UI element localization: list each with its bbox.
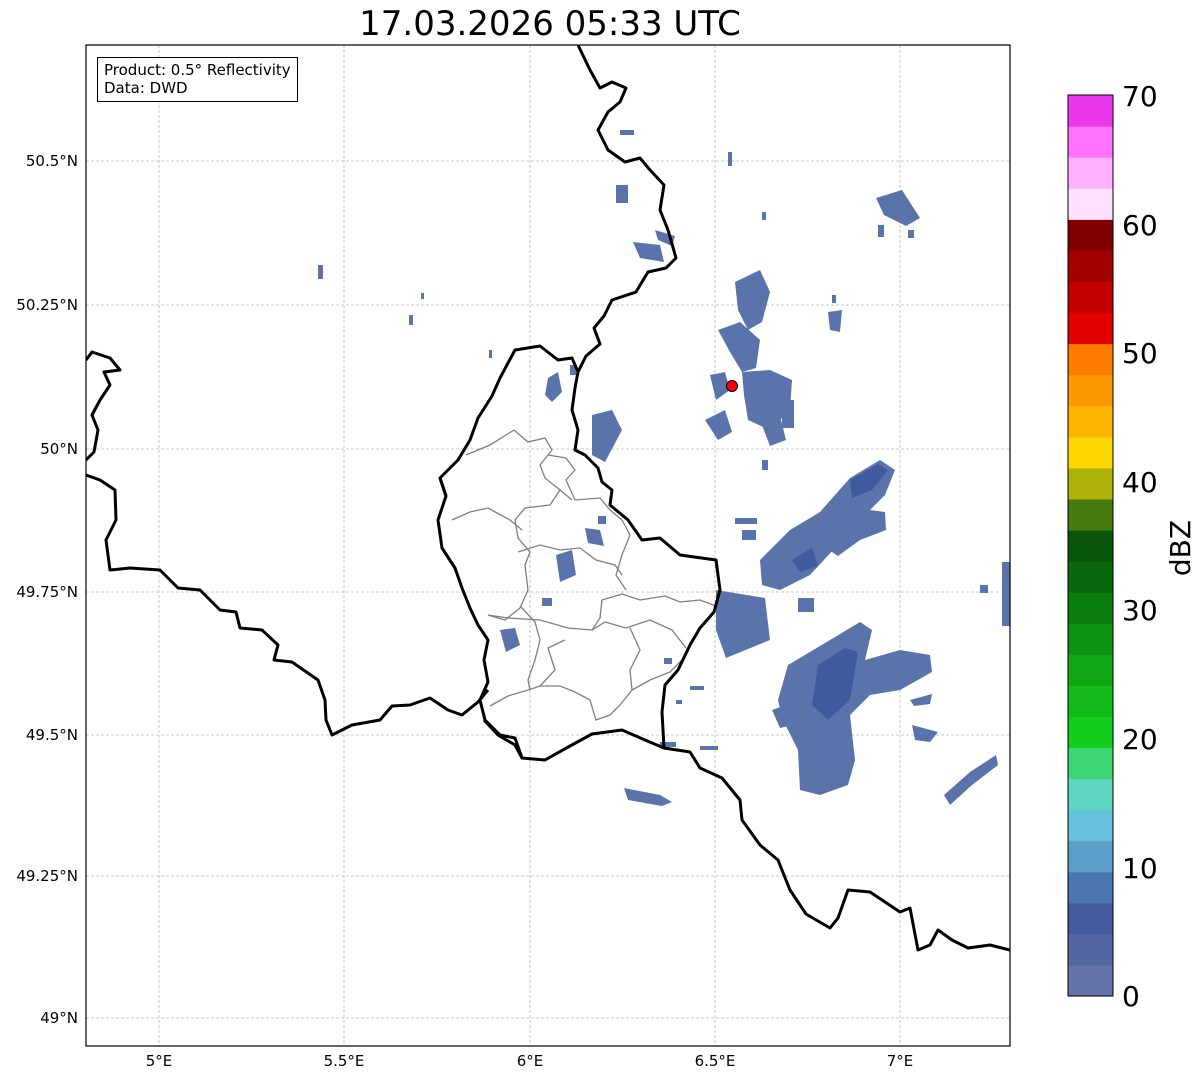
- lon-tick-label: 5.5°E: [324, 1052, 365, 1070]
- lat-tick-label: 50.5°N: [26, 152, 78, 170]
- colorbar-segment: [1068, 747, 1113, 780]
- colorbar-segment: [1068, 933, 1113, 966]
- latitude-tick-labels: 50.5°N 50.25°N 50°N 49.75°N 49.5°N 49.25…: [16, 152, 78, 1027]
- colorbar-segment: [1068, 561, 1113, 593]
- product-text: Product: 0.5° Reflectivity: [104, 61, 291, 79]
- colorbar-segment: [1068, 840, 1113, 873]
- lat-tick-label: 49°N: [40, 1009, 78, 1027]
- colorbar-tick-label: 10: [1122, 852, 1158, 885]
- colorbar-segment: [1068, 498, 1113, 531]
- colorbar-tick-label: 40: [1122, 466, 1158, 499]
- colorbar-segment: [1068, 871, 1113, 904]
- lon-tick-label: 7°E: [887, 1052, 914, 1070]
- colorbar-tick-label: 70: [1122, 80, 1158, 113]
- longitude-tick-labels: 5°E 5.5°E 6°E 6.5°E 7°E: [146, 1052, 914, 1070]
- colorbar-tick-labels: 0 10 20 30 40 50 60 70: [1122, 80, 1158, 1013]
- colorbar-segment: [1068, 716, 1113, 749]
- radar-map-figure: 50.5°N 50.25°N 50°N 49.75°N 49.5°N 49.25…: [16, 44, 1197, 1070]
- colorbar-segment: [1068, 809, 1113, 842]
- lon-tick-label: 6.5°E: [695, 1052, 736, 1070]
- colorbar-segment: [1068, 592, 1113, 624]
- lon-tick-label: 5°E: [146, 1052, 173, 1070]
- colorbar-segment: [1068, 250, 1113, 283]
- data-source-text: Data: DWD: [104, 79, 188, 97]
- lat-tick-label: 49.25°N: [16, 867, 78, 885]
- colorbar-segment: [1068, 281, 1113, 314]
- colorbar-tick-label: 50: [1122, 337, 1158, 370]
- colorbar-segment: [1068, 219, 1113, 251]
- colorbar-segment: [1068, 312, 1113, 345]
- lat-tick-label: 50.25°N: [16, 296, 78, 314]
- colorbar-label: dBZ: [1164, 520, 1197, 576]
- colorbar-segment: [1068, 126, 1113, 158]
- map-background: [86, 45, 1010, 1046]
- colorbar-segment: [1068, 778, 1113, 811]
- colorbar-tick-label: 20: [1122, 723, 1158, 756]
- colorbar-segment: [1068, 343, 1113, 376]
- lon-tick-label: 6°E: [517, 1052, 544, 1070]
- colorbar-segment: [1068, 964, 1113, 997]
- colorbar-segment: [1068, 623, 1113, 655]
- colorbar-segment: [1068, 685, 1113, 717]
- colorbar-segment: [1068, 374, 1113, 407]
- colorbar-tick-label: 0: [1122, 980, 1140, 1013]
- colorbar-tick-label: 30: [1122, 594, 1158, 627]
- colorbar-segment: [1068, 405, 1113, 438]
- radar-site-marker: [726, 380, 738, 392]
- colorbar-segment: [1068, 436, 1113, 469]
- colorbar: [1068, 95, 1113, 997]
- colorbar-segment: [1068, 529, 1113, 562]
- colorbar-segment: [1068, 188, 1113, 220]
- lat-tick-label: 49.75°N: [16, 583, 78, 601]
- colorbar-segment: [1068, 95, 1113, 127]
- info-box: Product: 0.5° Reflectivity Data: DWD: [97, 57, 298, 102]
- colorbar-segment: [1068, 902, 1113, 935]
- lat-tick-label: 49.5°N: [26, 726, 78, 744]
- colorbar-segment: [1068, 157, 1113, 189]
- colorbar-segment: [1068, 467, 1113, 500]
- lat-tick-label: 50°N: [40, 440, 78, 458]
- colorbar-tick-label: 60: [1122, 209, 1158, 242]
- colorbar-segment: [1068, 654, 1113, 686]
